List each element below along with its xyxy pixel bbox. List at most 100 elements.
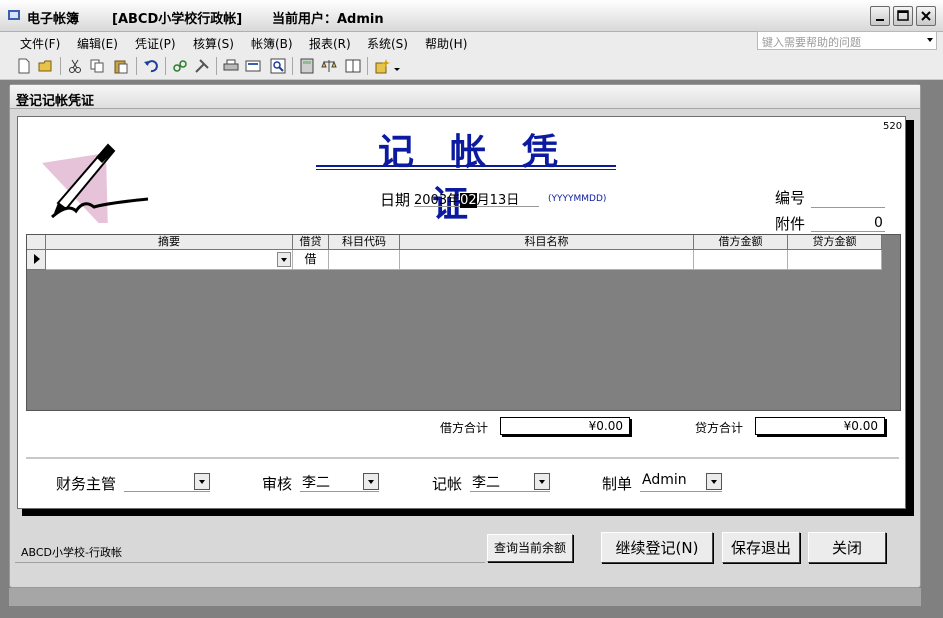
maximize-icon xyxy=(897,10,909,21)
open-icon[interactable] xyxy=(38,58,54,74)
toolbar-separator xyxy=(60,57,61,75)
cell-debit-amount[interactable] xyxy=(694,250,788,270)
menu-voucher[interactable]: 凭证(P) xyxy=(135,35,176,52)
credit-total-value: ¥0.00 xyxy=(755,417,885,435)
toolbar-overflow-icon[interactable] xyxy=(393,58,401,74)
date-year: 2003 xyxy=(414,193,448,208)
window-title: 登记记帐凭证 xyxy=(10,85,920,109)
cut-icon[interactable] xyxy=(67,58,83,74)
row-pointer-icon xyxy=(34,254,40,264)
menu-edit[interactable]: 编辑(E) xyxy=(77,35,118,52)
auditor-label: 审核 xyxy=(262,475,293,493)
preparer-value: Admin xyxy=(642,472,687,488)
credit-total-label: 贷方合计 xyxy=(695,421,744,435)
toolbar-separator xyxy=(165,57,166,75)
bookkeeper-value: 李二 xyxy=(472,475,500,491)
tools-icon[interactable] xyxy=(194,58,210,74)
supervisor-dropdown-button[interactable] xyxy=(194,473,210,490)
window-bottom-edge xyxy=(9,588,921,606)
bookkeeper-select[interactable]: 李二 xyxy=(470,472,550,492)
cell-account-name[interactable] xyxy=(400,250,694,270)
pen-logo-icon xyxy=(42,143,149,223)
col-debit-amount[interactable]: 借方金额 xyxy=(694,235,788,250)
col-credit-amount[interactable]: 贷方金额 xyxy=(788,235,882,250)
menu-file[interactable]: 文件(F) xyxy=(20,35,60,52)
col-summary[interactable]: 摘要 xyxy=(46,235,293,250)
link-icon[interactable] xyxy=(172,58,188,74)
chevron-down-icon[interactable] xyxy=(925,35,935,45)
supervisor-label: 财务主管 xyxy=(56,475,117,493)
save-exit-button[interactable]: 保存退出 xyxy=(722,532,800,563)
date-year-unit: 年 xyxy=(447,193,461,208)
undo-icon[interactable] xyxy=(143,58,159,74)
preparer-select[interactable]: Admin xyxy=(640,472,722,492)
calculator-icon[interactable] xyxy=(299,58,315,74)
col-debit-credit[interactable]: 借贷 xyxy=(293,235,329,250)
auditor-select[interactable]: 李二 xyxy=(300,472,379,492)
menu-ledger[interactable]: 帐簿(B) xyxy=(251,35,293,52)
col-account-name[interactable]: 科目名称 xyxy=(400,235,694,250)
zoom-icon[interactable] xyxy=(270,58,286,74)
toolbar-separator xyxy=(216,57,217,75)
divider xyxy=(26,457,899,459)
help-search-input[interactable]: 键入需要帮助的问题 xyxy=(757,31,937,50)
grid-corner xyxy=(27,235,46,250)
close-button[interactable]: 关闭 xyxy=(808,532,886,563)
attachments-field-underline xyxy=(811,231,885,232)
chevron-down-icon xyxy=(281,258,287,262)
query-balance-button[interactable]: 查询当前余额 xyxy=(487,534,573,562)
maximize-button[interactable] xyxy=(893,6,913,26)
chevron-down-icon xyxy=(368,480,374,484)
paste-icon[interactable] xyxy=(113,58,129,74)
menu-report[interactable]: 报表(R) xyxy=(309,35,351,52)
attachments-label: 附件 xyxy=(775,215,806,233)
summary-dropdown-button[interactable] xyxy=(277,252,291,267)
preview-icon[interactable] xyxy=(245,58,261,74)
date-input[interactable]: 2003年02月13日 xyxy=(414,189,539,208)
help-search-placeholder: 键入需要帮助的问题 xyxy=(762,36,861,49)
number-field[interactable] xyxy=(811,207,885,208)
menu-help[interactable]: 帮助(H) xyxy=(425,35,467,52)
supervisor-select[interactable] xyxy=(124,472,210,492)
title-underline-thin xyxy=(316,169,616,170)
toolbar-separator xyxy=(136,57,137,75)
new-icon[interactable] xyxy=(16,58,32,74)
cell-credit-amount[interactable] xyxy=(788,250,882,270)
toolbar xyxy=(0,52,943,80)
continue-register-button[interactable]: 继续登记(N) xyxy=(601,532,713,563)
debit-total-value: ¥0.00 xyxy=(500,417,630,435)
date-month-unit: 月 xyxy=(476,193,490,208)
chevron-down-icon xyxy=(711,480,717,484)
close-window-button[interactable] xyxy=(916,6,936,26)
page-code: 520 xyxy=(883,121,903,132)
row-indicator[interactable] xyxy=(27,250,46,270)
number-label: 编号 xyxy=(775,189,806,207)
preparer-dropdown-button[interactable] xyxy=(706,473,722,490)
attachments-input[interactable]: 0 xyxy=(874,215,883,231)
app-icon xyxy=(8,10,20,20)
title-bar: 电子帐簿 [ABCD小学校行政帐] 当前用户：Admin xyxy=(0,0,943,32)
cell-account-code[interactable] xyxy=(329,250,400,270)
bookkeeper-dropdown-button[interactable] xyxy=(534,473,550,490)
col-account-code[interactable]: 科目代码 xyxy=(329,235,400,250)
cell-debit-credit[interactable]: 借 xyxy=(293,250,329,270)
current-user: 当前用户：Admin xyxy=(272,12,384,27)
wizard-icon[interactable] xyxy=(374,58,390,74)
menu-accounting[interactable]: 核算(S) xyxy=(193,35,234,52)
ledger-icon[interactable] xyxy=(345,58,361,74)
menu-system[interactable]: 系统(S) xyxy=(367,35,408,52)
bookkeeper-label: 记帐 xyxy=(432,475,463,493)
balance-icon[interactable] xyxy=(321,58,337,74)
minimize-icon xyxy=(876,19,884,21)
minimize-button[interactable] xyxy=(870,6,890,26)
auditor-dropdown-button[interactable] xyxy=(363,473,379,490)
debit-total-label: 借方合计 xyxy=(440,421,489,435)
date-day-unit: 日 xyxy=(506,193,520,208)
print-icon[interactable] xyxy=(223,58,239,74)
copy-icon[interactable] xyxy=(89,58,105,74)
entry-grid: 摘要 借贷 科目代码 科目名称 借方金额 贷方金额 借 xyxy=(26,234,901,411)
cell-summary[interactable] xyxy=(46,250,293,270)
toolbar-separator xyxy=(292,57,293,75)
preparer-label: 制单 xyxy=(602,475,633,493)
date-month: 02 xyxy=(460,193,477,208)
